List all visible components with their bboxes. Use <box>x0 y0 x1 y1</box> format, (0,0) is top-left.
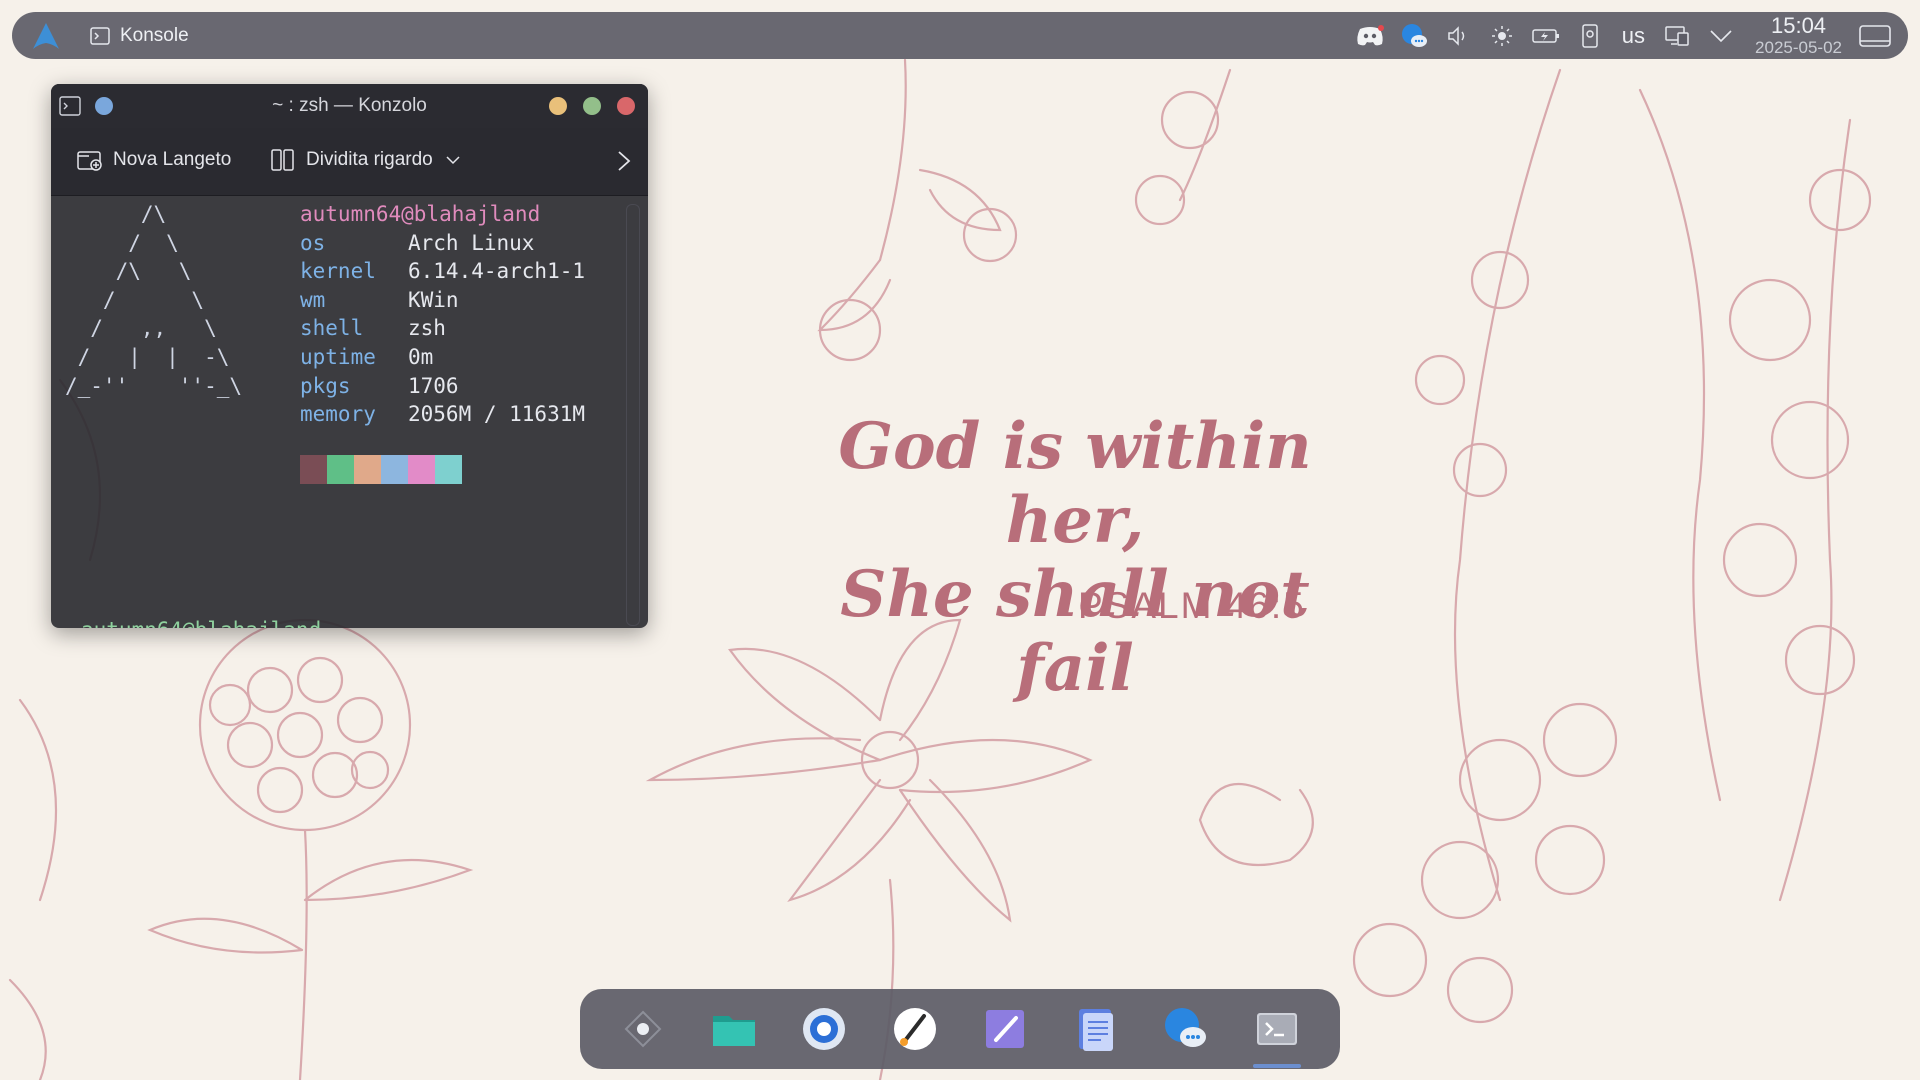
expand-tray-icon[interactable] <box>1706 21 1736 51</box>
battery-icon[interactable] <box>1531 21 1561 51</box>
fetch-key: shell <box>300 316 364 341</box>
dock-text-editor[interactable] <box>975 999 1035 1059</box>
chat-app-icon <box>1165 1008 1207 1047</box>
hanging-blossoms <box>817 58 1232 362</box>
dock-app-launcher[interactable] <box>613 999 673 1059</box>
fetch-info: autumn64@blahajland os Arch Linux kernel 6… <box>300 200 585 429</box>
fetch-row-uptime: uptime 0m <box>300 343 585 372</box>
minimize-button[interactable] <box>549 97 567 115</box>
fetch-row-wm: wm KWin <box>300 286 585 315</box>
discord-icon[interactable] <box>1355 21 1385 51</box>
fetch-row-shell: shell zsh <box>300 314 585 343</box>
browser-icon <box>803 1008 846 1050</box>
dock-file-manager[interactable] <box>704 999 764 1059</box>
dock-browser[interactable] <box>794 999 854 1059</box>
palette-swatch <box>381 455 408 484</box>
leaf-branch <box>18 698 58 902</box>
taskbar-item-label: Konsole <box>120 24 189 46</box>
dock-panel <box>580 989 1340 1069</box>
wallpaper-quote: God is within her, She shall not fail <box>800 410 1350 706</box>
fetch-key: wm <box>300 287 326 312</box>
chevron-down-icon[interactable] <box>445 155 461 165</box>
konsole-toolbar: Nova Langeto Dividita rigardo <box>51 128 648 196</box>
fetch-row-kernel: kernel 6.14.4-arch1-1 <box>300 257 585 286</box>
text-editor-icon <box>986 1010 1025 1048</box>
clock-time: 15:04 <box>1770 13 1827 38</box>
split-view-button[interactable]: Dividita rigardo <box>270 148 461 172</box>
palette-swatch <box>408 455 435 484</box>
quote-line-2: She shall not fail <box>840 557 1310 706</box>
new-tab-label: Nova Langeto <box>113 149 232 170</box>
file-manager-icon <box>712 1016 755 1046</box>
fetch-value: zsh <box>408 316 446 341</box>
color-palette <box>300 455 462 484</box>
dock-terminal[interactable] <box>1247 999 1307 1068</box>
window-titlebar[interactable]: ~ : zsh — Konzolo <box>51 84 648 128</box>
fetch-key: uptime <box>300 344 376 369</box>
fetch-key: kernel <box>300 259 376 284</box>
fetch-value: 6.14.4-arch1-1 <box>408 259 586 284</box>
show-desktop-button[interactable] <box>1858 23 1892 49</box>
close-button[interactable] <box>617 97 635 115</box>
arch-logo-icon <box>33 22 59 49</box>
fetch-key: os <box>300 230 326 255</box>
fetch-ascii-logo: /\ / \ /\ \ / \ / ,, \ / | | -\ /_-'' ''… <box>65 202 243 398</box>
clock-date: 2025-05-02 <box>1755 38 1842 57</box>
brightness-icon[interactable] <box>1487 21 1517 51</box>
display-icon[interactable] <box>1662 21 1692 51</box>
show-desktop-icon <box>1859 24 1891 47</box>
quote-line-1: God is within her, <box>838 409 1312 558</box>
fetch-row-memory: memory 2056M / 11631M <box>300 400 585 429</box>
active-indicator <box>1252 1064 1301 1068</box>
fetch-value: KWin <box>408 287 459 312</box>
terminal-area[interactable]: /\ / \ /\ \ / \ / ,, \ / | | -\ /_-'' ''… <box>51 196 648 628</box>
hydrangea-flower <box>147 618 474 1080</box>
fetch-value: Arch Linux <box>408 230 535 255</box>
palette-swatch <box>300 455 327 484</box>
fetch-row-pkgs: pkgs 1706 <box>300 372 585 401</box>
volume-icon[interactable] <box>1443 21 1473 51</box>
palette-swatch <box>354 455 381 484</box>
chat-icon[interactable] <box>1399 21 1429 51</box>
dock-document-viewer[interactable] <box>1066 999 1126 1059</box>
document-viewer-icon <box>1078 1009 1113 1051</box>
color-picker-icon <box>893 1008 936 1050</box>
fetch-key: pkgs <box>300 373 351 398</box>
new-tab-button[interactable]: Nova Langeto <box>77 148 231 172</box>
dock-chat-app[interactable] <box>1156 999 1216 1059</box>
prompt-path: autumn64@blahajland ~ <box>81 618 347 628</box>
palette-swatch <box>435 455 462 484</box>
maximize-button[interactable] <box>583 97 601 115</box>
fetch-user-host: autumn64@blahajland <box>300 202 541 226</box>
app-launcher-icon <box>624 1010 662 1048</box>
quote-reference: PSALM 46:5 <box>1078 585 1306 626</box>
terminal-scrollbar[interactable] <box>626 204 640 626</box>
fetch-value: 2056M / 11631M <box>408 402 586 427</box>
taskbar-item-konsole[interactable]: Konsole <box>90 12 189 59</box>
palette-swatch <box>327 455 354 484</box>
application-launcher[interactable] <box>28 18 64 54</box>
keyboard-layout-indicator[interactable]: us <box>1622 23 1645 49</box>
chevron-right-icon[interactable] <box>615 150 633 172</box>
digital-clock[interactable]: 15:04 2025-05-02 <box>1755 13 1842 57</box>
fetch-value: 0m <box>408 344 434 369</box>
terminal-icon <box>90 26 110 45</box>
split-view-icon <box>271 149 294 171</box>
dock-color-picker[interactable] <box>885 999 945 1059</box>
terminal-icon <box>1256 1013 1297 1045</box>
fetch-value: 1706 <box>408 373 459 398</box>
system-tray: us 15:04 2025-05-02 <box>1348 12 1908 59</box>
fetch-key: memory <box>300 402 376 427</box>
fetch-row-os: os Arch Linux <box>300 229 585 258</box>
split-view-label: Dividita rigardo <box>306 149 433 170</box>
new-tab-icon <box>77 151 102 171</box>
storage-icon[interactable] <box>1575 21 1605 51</box>
top-panel: Konsole us 15:04 2025-05-02 <box>12 12 1908 59</box>
konsole-window[interactable]: ~ : zsh — Konzolo Nova Langeto Dividita … <box>51 84 648 628</box>
